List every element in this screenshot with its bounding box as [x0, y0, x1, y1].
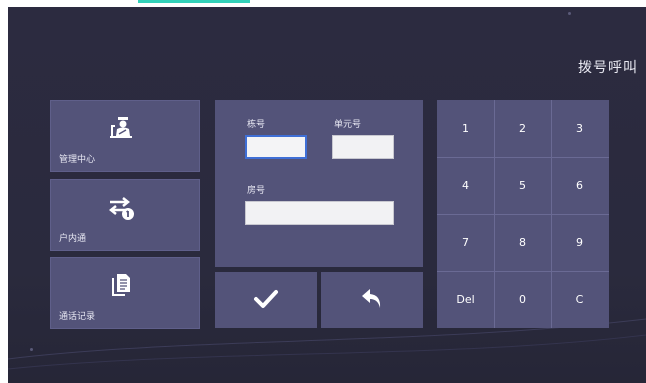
- key-5[interactable]: 5: [494, 157, 551, 214]
- menu-management-center[interactable]: 管理中心: [50, 100, 200, 172]
- menu-indoor-intercom[interactable]: 户内通: [50, 179, 200, 251]
- key-1[interactable]: 1: [437, 100, 494, 157]
- top-bar: [0, 0, 646, 7]
- decor-dot: [30, 348, 33, 351]
- unit-field[interactable]: [332, 135, 394, 159]
- key-2[interactable]: 2: [494, 100, 551, 157]
- menu-call-records[interactable]: 通话记录: [50, 257, 200, 329]
- page-title: 拨号呼叫: [578, 60, 638, 76]
- key-delete[interactable]: Del: [437, 271, 494, 328]
- key-4[interactable]: 4: [437, 157, 494, 214]
- key-0[interactable]: 0: [494, 271, 551, 328]
- room-label: 房号: [247, 186, 266, 196]
- menu-label: 管理中心: [59, 155, 96, 165]
- menu-label: 通话记录: [59, 312, 96, 322]
- building-label: 栋号: [247, 120, 266, 130]
- key-9[interactable]: 9: [551, 214, 608, 271]
- room-field[interactable]: [245, 201, 394, 225]
- key-6[interactable]: 6: [551, 157, 608, 214]
- unit-label: 单元号: [334, 120, 362, 130]
- decor-dot: [568, 12, 571, 15]
- intercom-icon: [107, 193, 135, 221]
- menu-label: 户内通: [59, 234, 87, 244]
- key-8[interactable]: 8: [494, 214, 551, 271]
- top-accent-bar: [138, 0, 250, 3]
- records-icon: [107, 271, 135, 299]
- key-3[interactable]: 3: [551, 100, 608, 157]
- back-button[interactable]: [321, 272, 423, 328]
- check-icon: [253, 286, 279, 312]
- key-clear[interactable]: C: [551, 271, 608, 328]
- dial-screen: 拨号呼叫 管理中心 户内通 通话记录 栋号 单元号 房号 1 2 3 4 5 6…: [8, 7, 646, 383]
- building-field[interactable]: [245, 135, 307, 159]
- confirm-button[interactable]: [215, 272, 317, 328]
- key-7[interactable]: 7: [437, 214, 494, 271]
- back-arrow-icon: [359, 286, 385, 312]
- address-form: 栋号 单元号 房号: [215, 100, 423, 267]
- guard-icon: [107, 114, 135, 142]
- keypad: 1 2 3 4 5 6 7 8 9 Del 0 C: [437, 100, 609, 328]
